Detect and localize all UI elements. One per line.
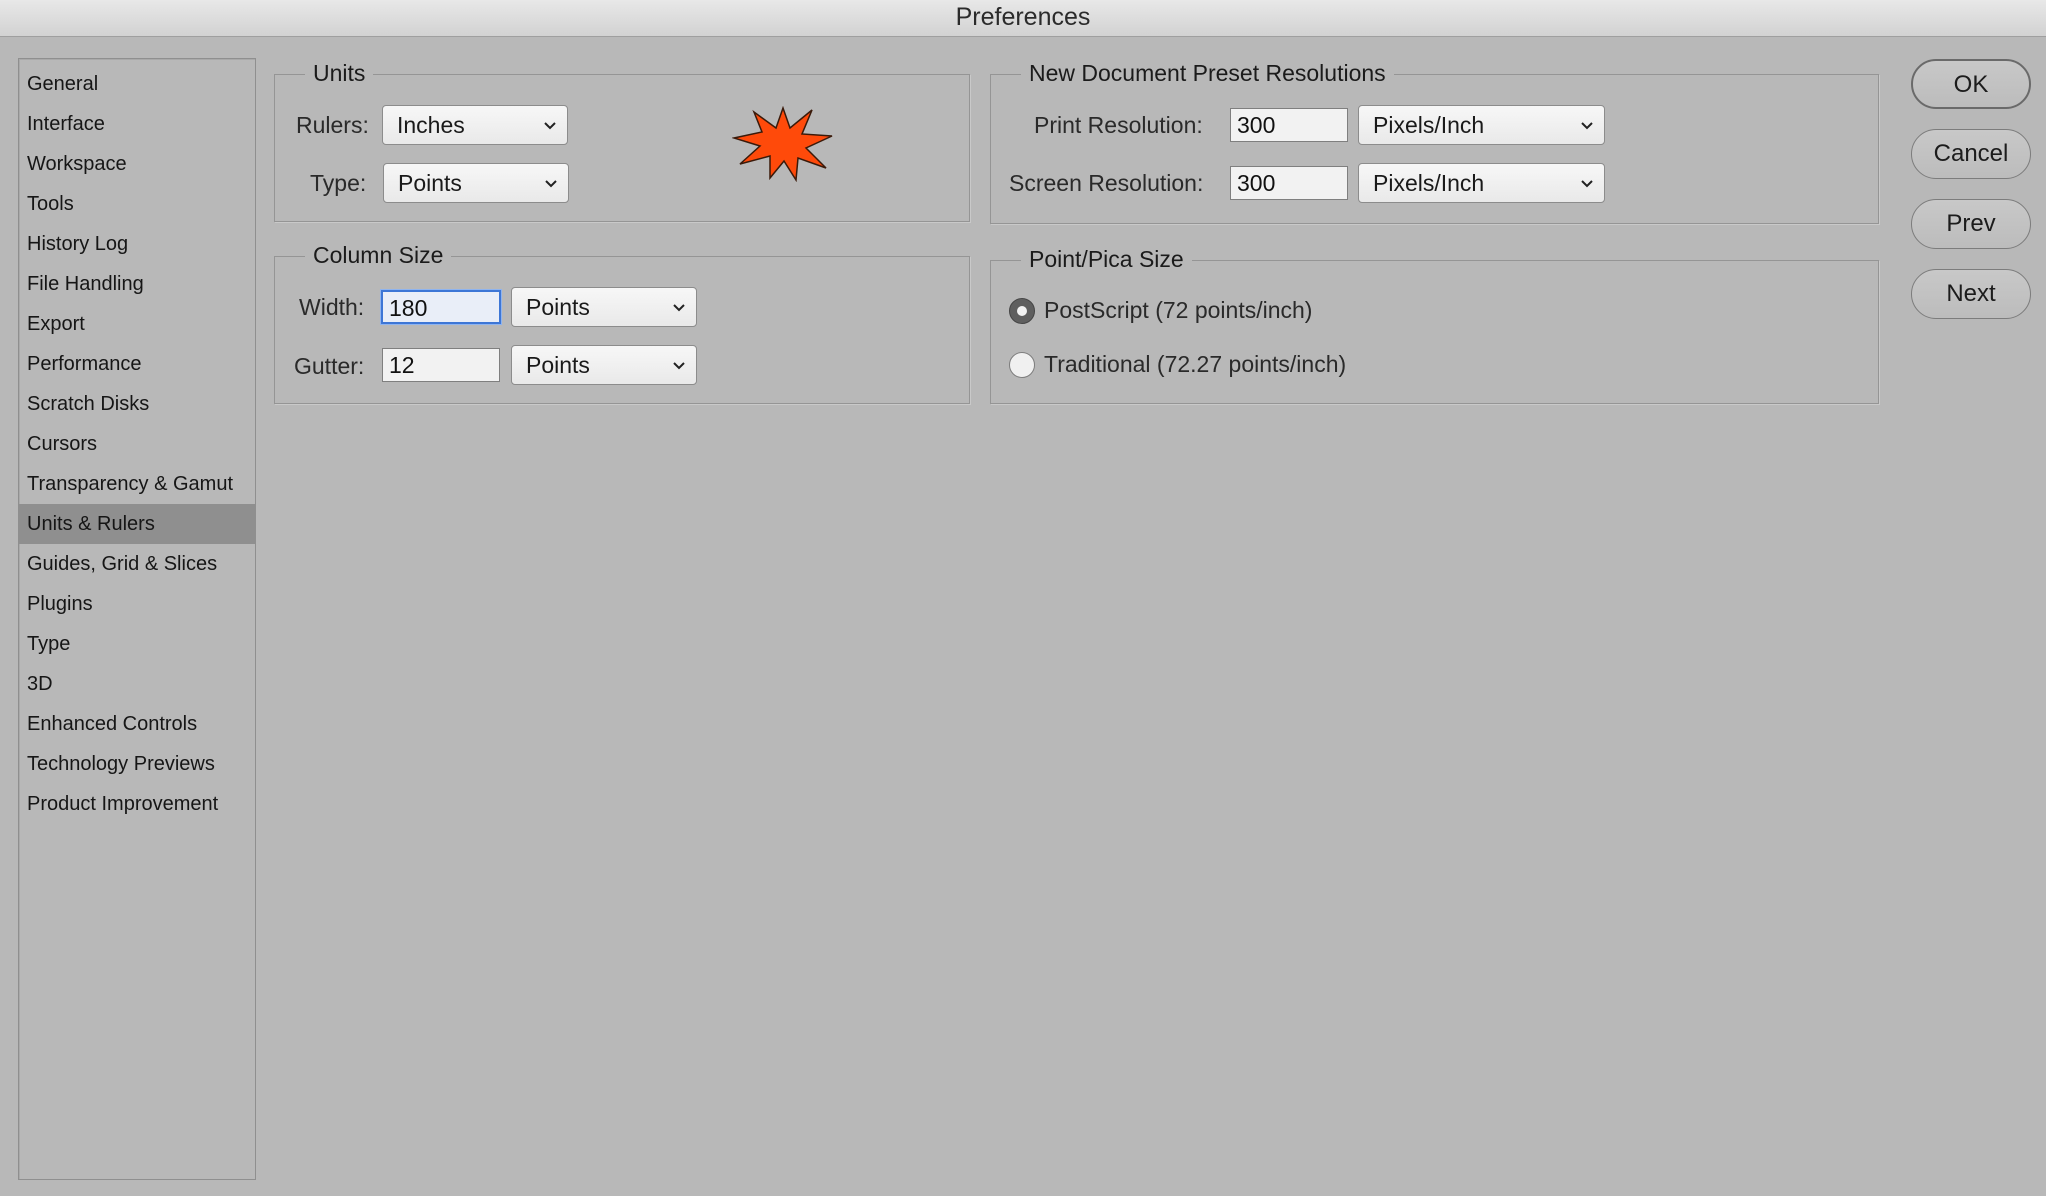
- gutter-label: Gutter:: [294, 353, 365, 379]
- print-resolution-unit-select[interactable]: Pixels/Inch: [1358, 105, 1605, 145]
- sidebar-item-plugins[interactable]: Plugins: [19, 584, 255, 624]
- starburst-icon: [732, 106, 833, 182]
- rulers-select[interactable]: Inches: [382, 105, 568, 145]
- sidebar-item-scratch-disks[interactable]: Scratch Disks: [19, 384, 255, 424]
- sidebar-item-file-handling[interactable]: File Handling: [19, 264, 255, 304]
- width-field[interactable]: 180: [381, 290, 501, 324]
- cancel-button[interactable]: Cancel: [1911, 129, 2031, 179]
- postscript-label[interactable]: PostScript (72 points/inch): [1044, 293, 1312, 327]
- chevron-down-icon: [545, 180, 557, 188]
- sidebar-item-performance[interactable]: Performance: [19, 344, 255, 384]
- sidebar-item-workspace[interactable]: Workspace: [19, 144, 255, 184]
- type-select[interactable]: Points: [383, 163, 569, 203]
- sidebar-item-units-rulers[interactable]: Units & Rulers: [19, 504, 255, 544]
- rulers-label: Rulers:: [296, 112, 369, 138]
- point-pica-title: Point/Pica Size: [1021, 244, 1192, 274]
- units-group-title: Units: [305, 58, 374, 88]
- prev-button[interactable]: Prev: [1911, 199, 2031, 249]
- screen-resolution-unit-select[interactable]: Pixels/Inch: [1358, 163, 1605, 203]
- sidebar-item-transparency-gamut[interactable]: Transparency & Gamut: [19, 464, 255, 504]
- sidebar-item-technology-previews[interactable]: Technology Previews: [19, 744, 255, 784]
- gutter-field[interactable]: 12: [382, 348, 500, 382]
- chevron-down-icon: [544, 122, 556, 130]
- gutter-unit-select[interactable]: Points: [511, 345, 697, 385]
- preset-resolutions-title: New Document Preset Resolutions: [1021, 58, 1394, 88]
- point-pica-group: Point/Pica Size: [990, 244, 1879, 404]
- sidebar-item-tools[interactable]: Tools: [19, 184, 255, 224]
- window-title: Preferences: [0, 0, 2046, 37]
- chevron-down-icon: [673, 304, 685, 312]
- next-button[interactable]: Next: [1911, 269, 2031, 319]
- width-unit-select[interactable]: Points: [511, 287, 697, 327]
- width-unit-value: Points: [526, 294, 590, 320]
- ok-button[interactable]: OK: [1911, 59, 2031, 109]
- sidebar-item-enhanced-controls[interactable]: Enhanced Controls: [19, 704, 255, 744]
- starburst-shape: [732, 106, 833, 182]
- gutter-unit-value: Points: [526, 352, 590, 378]
- sidebar-item-history-log[interactable]: History Log: [19, 224, 255, 264]
- print-resolution-label: Print Resolution:: [1034, 112, 1203, 138]
- sidebar-item-product-improvement[interactable]: Product Improvement: [19, 784, 255, 824]
- screen-resolution-field[interactable]: 300: [1230, 166, 1348, 200]
- chevron-down-icon: [1581, 180, 1593, 188]
- sidebar-item-cursors[interactable]: Cursors: [19, 424, 255, 464]
- postscript-radio[interactable]: [1009, 298, 1035, 324]
- type-label: Type:: [310, 170, 367, 196]
- print-resolution-field[interactable]: 300: [1230, 108, 1348, 142]
- sidebar-item-export[interactable]: Export: [19, 304, 255, 344]
- screen-resolution-unit-value: Pixels/Inch: [1373, 170, 1485, 196]
- preferences-sidebar: General Interface Workspace Tools History Lo…: [18, 58, 256, 1180]
- sidebar-item-3d[interactable]: 3D: [19, 664, 255, 704]
- sidebar-item-general[interactable]: General: [19, 64, 255, 104]
- sidebar-item-type[interactable]: Type: [19, 624, 255, 664]
- print-resolution-unit-value: Pixels/Inch: [1373, 112, 1485, 138]
- chevron-down-icon: [1581, 122, 1593, 130]
- type-select-value: Points: [398, 170, 462, 196]
- rulers-select-value: Inches: [397, 112, 465, 138]
- traditional-radio[interactable]: [1009, 352, 1035, 378]
- units-group: Units: [274, 58, 970, 222]
- chevron-down-icon: [673, 362, 685, 370]
- sidebar-item-interface[interactable]: Interface: [19, 104, 255, 144]
- traditional-label[interactable]: Traditional (72.27 points/inch): [1044, 347, 1346, 381]
- screen-resolution-label: Screen Resolution:: [1009, 170, 1204, 196]
- sidebar-item-guides-grid-slices[interactable]: Guides, Grid & Slices: [19, 544, 255, 584]
- width-label: Width:: [299, 294, 365, 320]
- column-size-title: Column Size: [305, 240, 452, 270]
